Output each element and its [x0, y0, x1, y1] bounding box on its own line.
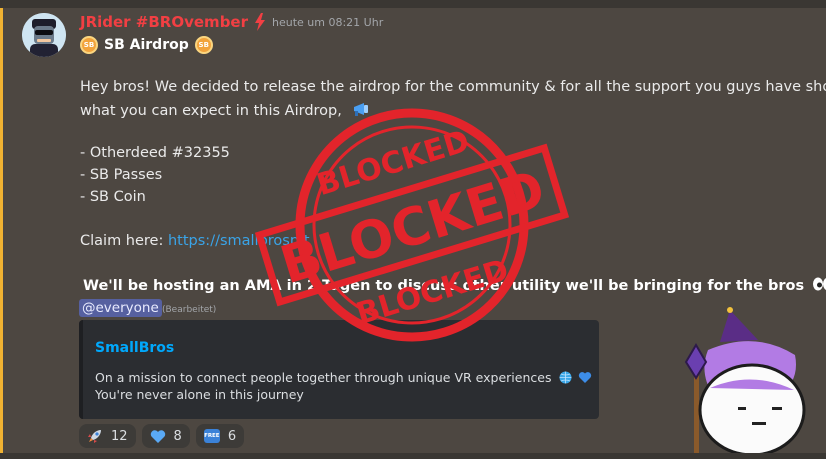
- embed-border: [79, 320, 83, 419]
- reaction-count: 6: [227, 428, 237, 444]
- ama-line: We'll be hosting an AMA in 2 Tagen to di…: [83, 277, 826, 295]
- list-item: - SB Coin: [80, 189, 146, 205]
- avatar[interactable]: [22, 13, 66, 57]
- intro-line-2: what you can expect in this Airdrop,: [80, 101, 372, 121]
- sb-coin-icon: SB: [80, 36, 98, 54]
- reactions-bar: 12 8 FREE 6: [79, 424, 245, 448]
- reaction-count: 12: [111, 428, 128, 444]
- intro-line-1: Hey bros! We decided to release the aird…: [80, 79, 826, 95]
- megaphone-icon: [352, 101, 372, 121]
- embed-description-text: On a mission to connect people together …: [95, 370, 552, 385]
- reaction-free[interactable]: FREE 6: [195, 424, 245, 448]
- sb-coin-icon: SB: [194, 36, 213, 54]
- blocked-stamp: BLOCKED BLOCKED BLOCKED: [254, 108, 570, 342]
- list-item: - SB Passes: [80, 167, 163, 183]
- embed-description-line-1: On a mission to connect people together …: [95, 370, 592, 387]
- link-embed: SmallBros On a mission to connect people…: [79, 320, 599, 419]
- reaction-rocket[interactable]: 12: [79, 424, 136, 448]
- timestamp: heute um 08:21 Uhr: [272, 15, 384, 29]
- globe-icon: [559, 371, 572, 387]
- rocket-icon: [87, 428, 103, 444]
- title-text: SB Airdrop: [104, 37, 189, 53]
- top-strip: [0, 0, 826, 8]
- blue-heart-icon: [150, 428, 166, 444]
- ama-text: We'll be hosting an AMA in 2 Tagen to di…: [83, 278, 805, 294]
- lightning-icon: [254, 13, 266, 31]
- wizard-mascot: [684, 307, 806, 459]
- author-name[interactable]: JRider #BROvember: [80, 13, 248, 31]
- stamp-text-top: BLOCKED: [313, 124, 473, 203]
- reaction-count: 8: [173, 428, 182, 444]
- everyone-mention[interactable]: @everyone: [79, 299, 162, 317]
- claim-link[interactable]: https://smallbrosnft: [168, 233, 310, 249]
- bottom-strip: [0, 453, 826, 459]
- list-item: - Otherdeed #32355: [80, 145, 230, 161]
- claim-line: Claim here: https://smallbrosnft: [80, 233, 310, 249]
- free-icon: FREE: [203, 429, 220, 443]
- blue-heart-icon: [578, 371, 592, 387]
- embed-title[interactable]: SmallBros: [95, 340, 174, 356]
- claim-label: Claim here:: [80, 233, 164, 249]
- message-header: JRider #BROvember heute um 08:21 Uhr: [80, 11, 383, 33]
- stamp-text-main: BLOCKED: [274, 159, 552, 296]
- eyes-icon: [812, 277, 826, 295]
- intro-line-2-text: what you can expect in this Airdrop,: [80, 103, 342, 119]
- highlight-bar: [0, 8, 3, 453]
- embed-description-line-2: You're never alone in this journey: [95, 387, 304, 402]
- edited-label: (Bearbeitet): [162, 305, 217, 315]
- message-title: SB SB Airdrop SB: [80, 34, 213, 56]
- reaction-blue-heart[interactable]: 8: [141, 424, 190, 448]
